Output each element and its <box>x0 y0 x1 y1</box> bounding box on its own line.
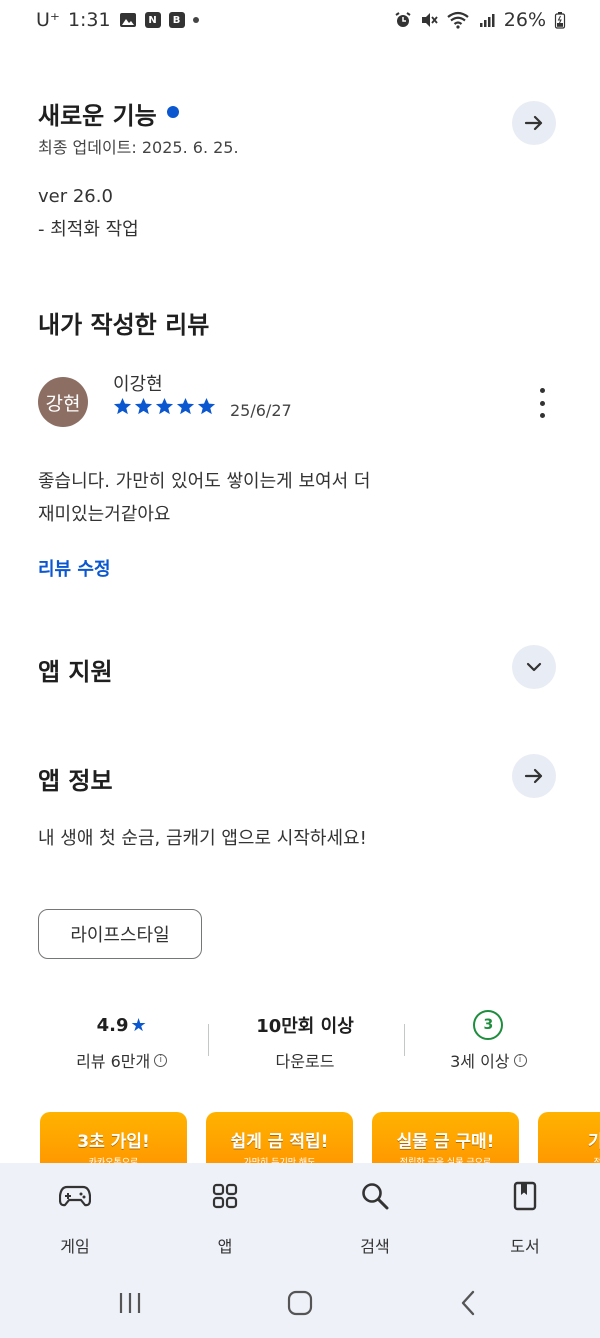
apps-grid-icon <box>208 1179 242 1213</box>
review-text-line-2: 재미있는거같아요 <box>38 504 171 525</box>
nav-item-search[interactable]: 검색 <box>335 1179 415 1257</box>
carrier-label: U⁺ <box>36 9 60 31</box>
app-support-expand-button[interactable] <box>512 645 556 689</box>
rating-value-row: 4.9 ★ <box>97 1010 147 1040</box>
edit-review-link[interactable]: 리뷰 수정 <box>38 555 111 581</box>
version-text: ver 26.0 <box>38 186 113 207</box>
stats-divider <box>404 1024 405 1056</box>
app-description: 내 생애 첫 순금, 금캐기 앱으로 시작하세요! <box>38 828 367 849</box>
nav-label: 앱 <box>217 1237 233 1256</box>
star-icon <box>113 397 132 415</box>
b-app-icon: B <box>168 12 185 28</box>
battery-icon <box>554 11 566 29</box>
whats-new-header[interactable]: 새로운 기능 <box>38 96 556 131</box>
star-icon <box>197 397 216 415</box>
age-rating-row: 3세 이상 i <box>450 1048 527 1072</box>
avatar: 강현 <box>38 377 88 427</box>
dot <box>539 388 545 393</box>
system-navigation <box>0 1283 600 1323</box>
status-right: 26% <box>394 9 566 31</box>
bottom-navigation: 게임 앱 검색 도서 <box>0 1163 600 1338</box>
reviewer-name: 이강현 <box>113 374 163 395</box>
screenshot-banner[interactable]: 3초 가입! 카카오톡으로 <box>40 1112 187 1164</box>
age-rating-badge-icon: 3 <box>473 1010 504 1040</box>
nav-label: 검색 <box>360 1237 390 1256</box>
category-chip[interactable]: 라이프스타일 <box>38 909 202 959</box>
banner-title: 실물 금 구매! <box>396 1132 495 1152</box>
gallery-icon <box>119 11 137 29</box>
my-review-title: 내가 작성한 리뷰 <box>38 311 210 339</box>
mute-icon <box>420 11 438 29</box>
screenshot-carousel[interactable]: 3초 가입! 카카오톡으로 쉽게 금 적립! 가만히 두기만 해도 실물 금 구… <box>40 1112 600 1164</box>
home-icon <box>287 1290 313 1316</box>
downloads-stat: 10만회 이상 다운로드 <box>213 1010 396 1072</box>
screenshot-banner[interactable]: 실물 금 구매! 적립한 금을 실물 금으로 <box>372 1112 519 1164</box>
age-rating-label: 3세 이상 <box>450 1052 510 1071</box>
star-icon <box>176 397 195 415</box>
battery-percent: 26% <box>503 9 546 31</box>
wifi-icon <box>446 11 470 29</box>
review-more-options-button[interactable] <box>532 388 552 418</box>
downloads-label: 다운로드 <box>275 1052 335 1071</box>
alarm-icon <box>394 11 412 29</box>
recent-apps-icon <box>119 1293 141 1313</box>
nav-item-books[interactable]: 도서 <box>485 1179 565 1257</box>
info-icon: i <box>154 1053 168 1067</box>
nav-label: 도서 <box>510 1237 540 1256</box>
app-stats: 4.9 ★ 리뷰 6만개 i 10만회 이상 다운로드 3 3세 이상 i <box>30 1010 580 1080</box>
star-icon <box>155 397 174 415</box>
status-bar: U⁺ 1:31 N B 26% <box>0 0 600 40</box>
banner-title: 3초 가입! <box>77 1132 150 1152</box>
app-info-arrow-button[interactable] <box>512 754 556 798</box>
rating-value: 4.9 <box>96 1014 129 1036</box>
reviews-count-row: 리뷰 6만개 i <box>76 1048 168 1072</box>
back-button[interactable] <box>448 1283 488 1323</box>
home-button[interactable] <box>280 1283 320 1323</box>
whats-new-title: 새로운 기능 <box>38 102 157 130</box>
recent-apps-button[interactable] <box>110 1283 150 1323</box>
whats-new-arrow-button[interactable] <box>512 101 556 145</box>
chevron-down-icon <box>526 662 542 672</box>
last-updated: 최종 업데이트: 2025. 6. 25. <box>38 138 239 157</box>
status-left: U⁺ 1:31 N B <box>36 9 199 31</box>
age-badge-row: 3 <box>473 1010 504 1040</box>
naver-icon: N <box>144 12 161 28</box>
banner-title: 기프티 <box>588 1132 600 1152</box>
rating-stat[interactable]: 4.9 ★ 리뷰 6만개 i <box>30 1010 213 1072</box>
star-icon <box>134 397 153 415</box>
signal-icon <box>478 11 496 29</box>
release-notes: - 최적화 작업 <box>38 219 139 240</box>
screenshot-banner[interactable]: 기프티 적립한 금 <box>538 1112 600 1164</box>
search-icon <box>358 1179 392 1213</box>
app-support-title[interactable]: 앱 지원 <box>38 652 556 687</box>
new-indicator-dot <box>166 106 179 118</box>
book-icon <box>508 1179 542 1213</box>
downloads-value: 10만회 이상 <box>256 1016 354 1037</box>
clock: 1:31 <box>67 9 111 31</box>
nav-item-games[interactable]: 게임 <box>35 1179 115 1257</box>
screenshot-banner[interactable]: 쉽게 금 적립! 가만히 두기만 해도 <box>206 1112 353 1164</box>
banner-title: 쉽게 금 적립! <box>230 1132 329 1152</box>
arrow-right-icon <box>524 768 543 784</box>
rating-stars <box>113 397 216 416</box>
more-notifications-icon <box>192 17 199 23</box>
gamepad-icon <box>58 1179 92 1213</box>
info-icon: i <box>513 1053 527 1067</box>
reviews-count: 리뷰 6만개 <box>76 1052 151 1071</box>
rating-star-icon: ★ <box>130 1014 147 1036</box>
dot <box>539 413 545 418</box>
review-date: 25/6/27 <box>230 401 292 420</box>
nav-item-apps[interactable]: 앱 <box>185 1179 265 1257</box>
age-rating-stat[interactable]: 3 3세 이상 i <box>397 1010 580 1072</box>
stats-divider <box>208 1024 209 1056</box>
back-icon <box>461 1290 475 1316</box>
app-info-title[interactable]: 앱 정보 <box>38 761 556 796</box>
dot <box>539 400 545 406</box>
nav-label: 게임 <box>60 1237 90 1256</box>
review-text-line-1: 좋습니다. 가만히 있어도 쌓이는게 보여서 더 <box>38 471 371 492</box>
arrow-right-icon <box>524 115 543 131</box>
